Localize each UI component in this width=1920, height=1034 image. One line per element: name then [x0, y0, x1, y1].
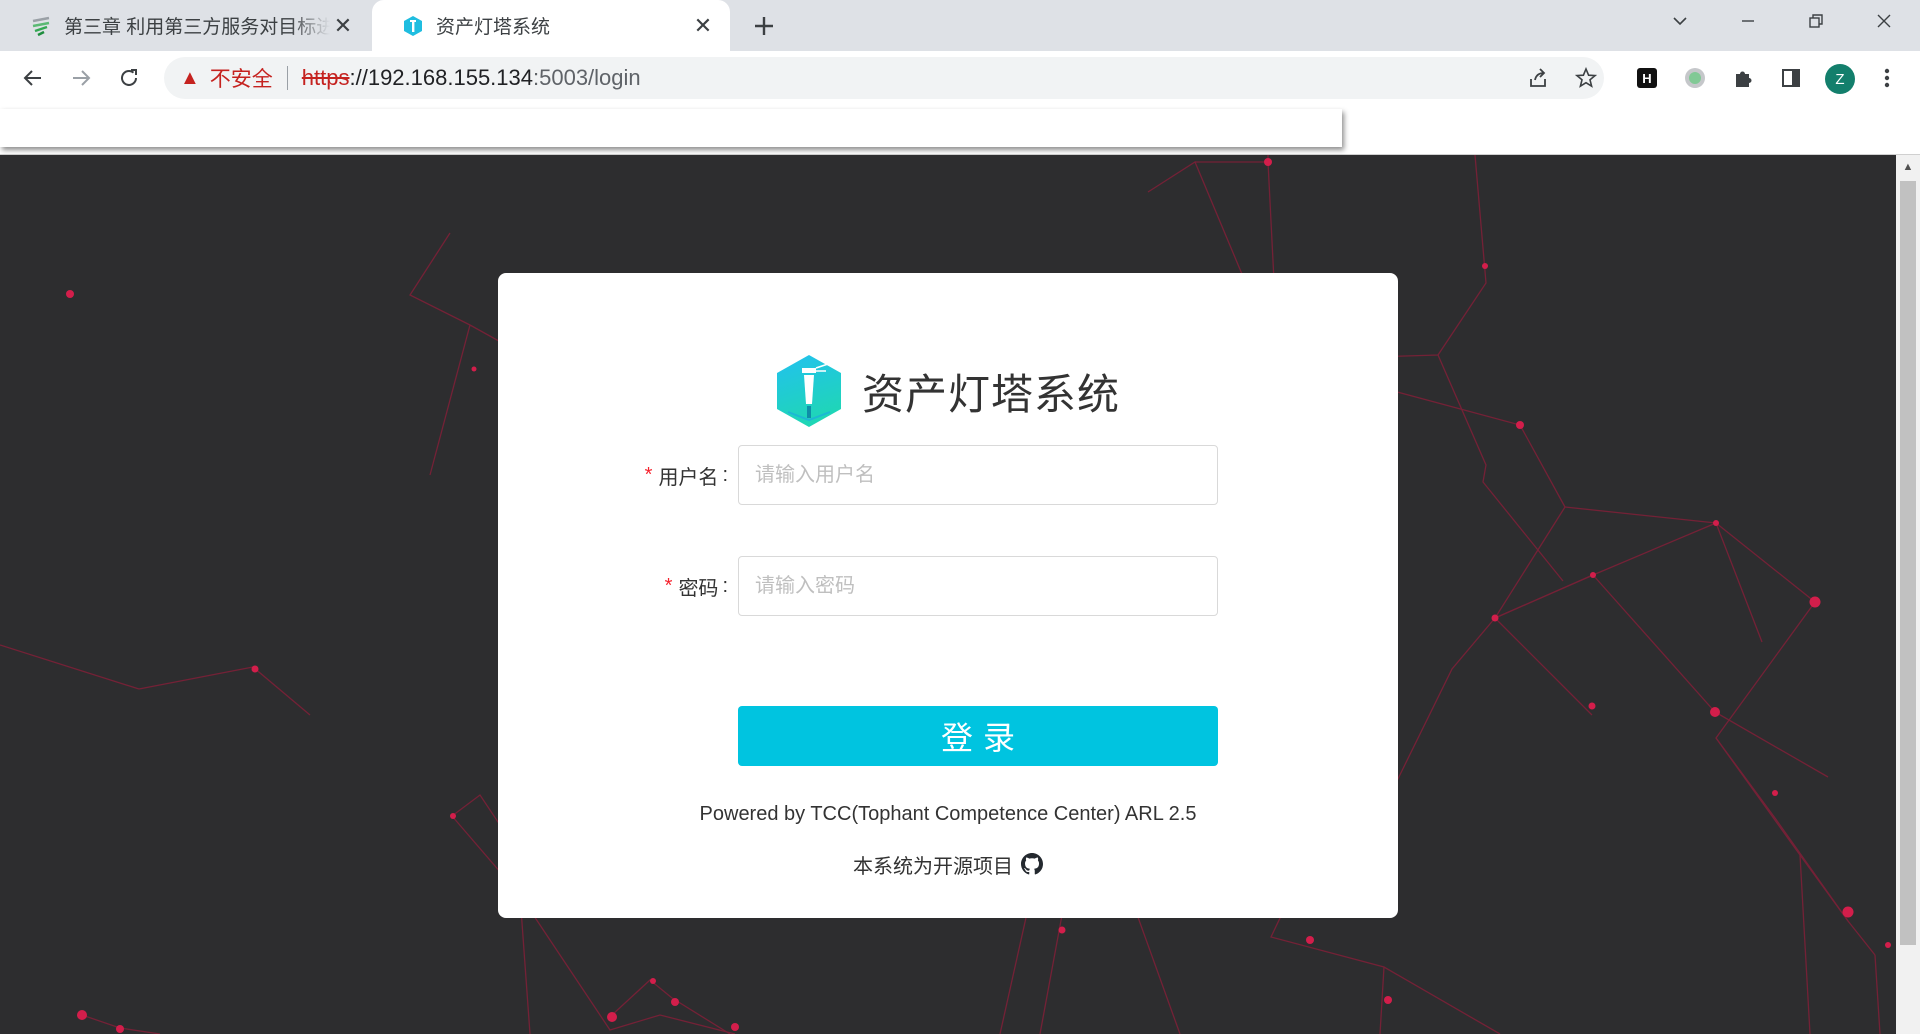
side-panel-button[interactable] — [1777, 64, 1805, 92]
plus-icon — [755, 17, 773, 35]
label-colon: : — [722, 574, 728, 597]
brand-header: 资产灯塔系统 — [498, 351, 1398, 431]
open-source-text: 本系统为开源项目 — [853, 855, 1013, 878]
star-icon — [1575, 67, 1597, 88]
arrow-right-icon — [73, 70, 91, 86]
close-window-button[interactable] — [1856, 0, 1912, 42]
lighthouse-icon — [404, 15, 422, 36]
login-button[interactable]: 登录 — [738, 706, 1218, 766]
close-tab-icon[interactable]: ✕ — [690, 13, 716, 39]
url-path: :5003/login — [533, 65, 641, 90]
username-input[interactable] — [738, 445, 1218, 505]
login-page: 资产灯塔系统 *用户名: *密码: 登录 Powered by TCC(Toph… — [0, 155, 1896, 1034]
browser-toolbar: ▲ 不安全 https://192.168.155.134:5003/login… — [0, 51, 1920, 105]
brand-name: 资产灯塔系统 — [861, 370, 1120, 418]
reload-icon — [121, 69, 137, 86]
restore-button[interactable] — [1788, 0, 1844, 42]
share-button[interactable] — [1522, 62, 1554, 94]
password-row: * 密码: — [498, 556, 1398, 616]
tab-search-button[interactable] — [1652, 0, 1708, 42]
username-label-text: 用户名 — [658, 466, 719, 489]
tab-arl[interactable]: 资产灯塔系统 ✕ — [372, 0, 730, 51]
close-icon — [1877, 14, 1891, 28]
extension-circle-button[interactable] — [1681, 64, 1709, 92]
close-tab-icon[interactable]: ✕ — [330, 13, 356, 39]
url-text[interactable]: https://192.168.155.134:5003/login — [302, 65, 641, 91]
arrow-left-icon — [23, 70, 41, 86]
url-scheme: https — [301, 65, 350, 90]
url-host: ://192.168.155.134 — [349, 65, 534, 90]
extensions-button[interactable] — [1729, 64, 1757, 92]
share-icon — [1530, 68, 1546, 87]
username-label: * 用户名: — [645, 445, 728, 505]
minimize-icon — [1742, 20, 1754, 22]
security-label[interactable]: 不安全 — [210, 63, 273, 93]
powered-by-text: Powered by TCC(Tophant Competence Center… — [699, 803, 1197, 825]
open-source-note: 本系统为开源项目 — [498, 849, 1398, 879]
green-circle-icon — [1685, 68, 1705, 88]
back-button[interactable] — [17, 62, 49, 94]
profile-avatar[interactable]: Z — [1825, 64, 1855, 94]
scrollbar-thumb[interactable] — [1900, 181, 1916, 945]
reload-button[interactable] — [113, 62, 145, 94]
tab-strip: 第三章 利用第三方服务对目标进行被动信息收集 ✕ 资产灯塔系统 ✕ — [0, 0, 1920, 51]
menu-button[interactable] — [1873, 64, 1901, 92]
required-mark: * — [644, 463, 653, 486]
extension-h-button[interactable]: H — [1633, 64, 1661, 92]
login-card: 资产灯塔系统 *用户名: *密码: 登录 Powered by TCC(Toph… — [498, 273, 1398, 918]
address-bar[interactable]: ▲ 不安全 https://192.168.155.134:5003/login — [164, 57, 1604, 99]
password-input[interactable] — [738, 556, 1218, 616]
page-scrollbar[interactable]: ▲ — [1896, 155, 1920, 1034]
tab-chapter3[interactable]: 第三章 利用第三方服务对目标进行被动信息收集 ✕ — [0, 0, 370, 51]
overlay-strip — [0, 105, 1920, 155]
tab-title: 第三章 利用第三方服务对目标进行被动信息收集 — [64, 17, 330, 38]
label-colon: : — [722, 463, 728, 486]
side-panel-icon — [1782, 69, 1800, 87]
required-mark: * — [664, 574, 673, 597]
scroll-up-arrow-icon[interactable]: ▲ — [1896, 155, 1920, 179]
forward-button[interactable] — [65, 62, 97, 94]
puzzle-icon — [1736, 71, 1752, 87]
chevron-down-icon — [1673, 17, 1687, 26]
tab-title: 资产灯塔系统 — [436, 17, 551, 38]
divider — [286, 66, 288, 90]
bookmark-button[interactable] — [1570, 62, 1602, 94]
warning-icon[interactable]: ▲ — [180, 67, 200, 90]
minimize-button[interactable] — [1720, 0, 1776, 42]
password-label-text: 密码 — [678, 577, 719, 600]
h-extension-icon: H — [1637, 68, 1657, 88]
new-tab-button[interactable] — [748, 10, 780, 42]
blank-popup-bar — [0, 109, 1342, 147]
username-row: * 用户名: — [498, 445, 1398, 505]
kebab-menu-icon — [1884, 68, 1890, 88]
lighthouse-logo-icon — [776, 355, 841, 427]
stacked-lines-icon — [32, 16, 50, 36]
restore-icon — [1809, 14, 1823, 28]
password-label: * 密码: — [665, 556, 728, 616]
github-icon[interactable] — [1021, 853, 1043, 875]
